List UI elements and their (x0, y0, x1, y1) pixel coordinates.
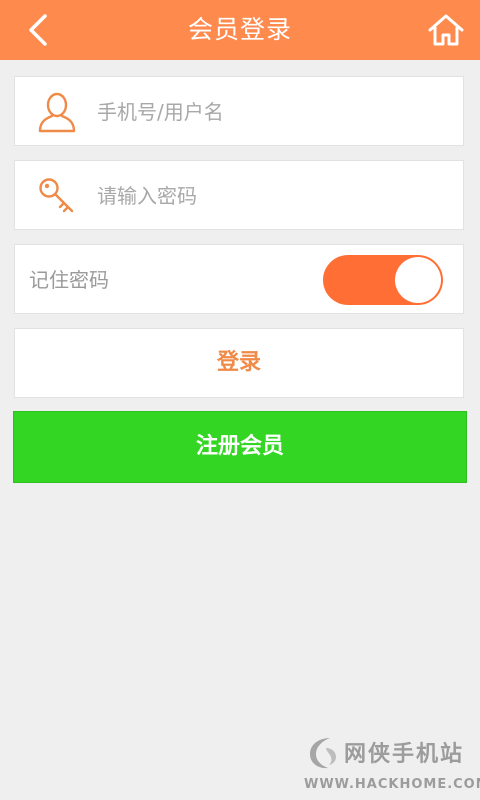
hackhome-logo-icon (310, 738, 336, 769)
register-button[interactable]: 注册会员 (13, 411, 467, 483)
user-icon (35, 90, 79, 134)
top-bar: 会员登录 (0, 0, 480, 60)
home-button[interactable] (426, 10, 466, 50)
remember-password-row: 记住密码 (14, 244, 464, 314)
password-row (14, 160, 464, 230)
home-icon (428, 14, 464, 46)
toggle-knob (395, 257, 441, 303)
page-title: 会员登录 (187, 15, 292, 44)
remember-password-label: 记住密码 (29, 268, 109, 292)
username-input[interactable] (97, 92, 437, 132)
watermark-name: 网侠手机站 (344, 742, 465, 767)
password-input[interactable] (97, 176, 437, 216)
username-row (14, 76, 464, 146)
remember-password-toggle[interactable] (323, 255, 443, 305)
watermark: 网侠手机站 WWW.HACKHOME.COM (304, 730, 480, 792)
key-icon (35, 174, 79, 218)
login-button[interactable]: 登录 (14, 328, 464, 398)
watermark-url: WWW.HACKHOME.COM (304, 777, 480, 792)
